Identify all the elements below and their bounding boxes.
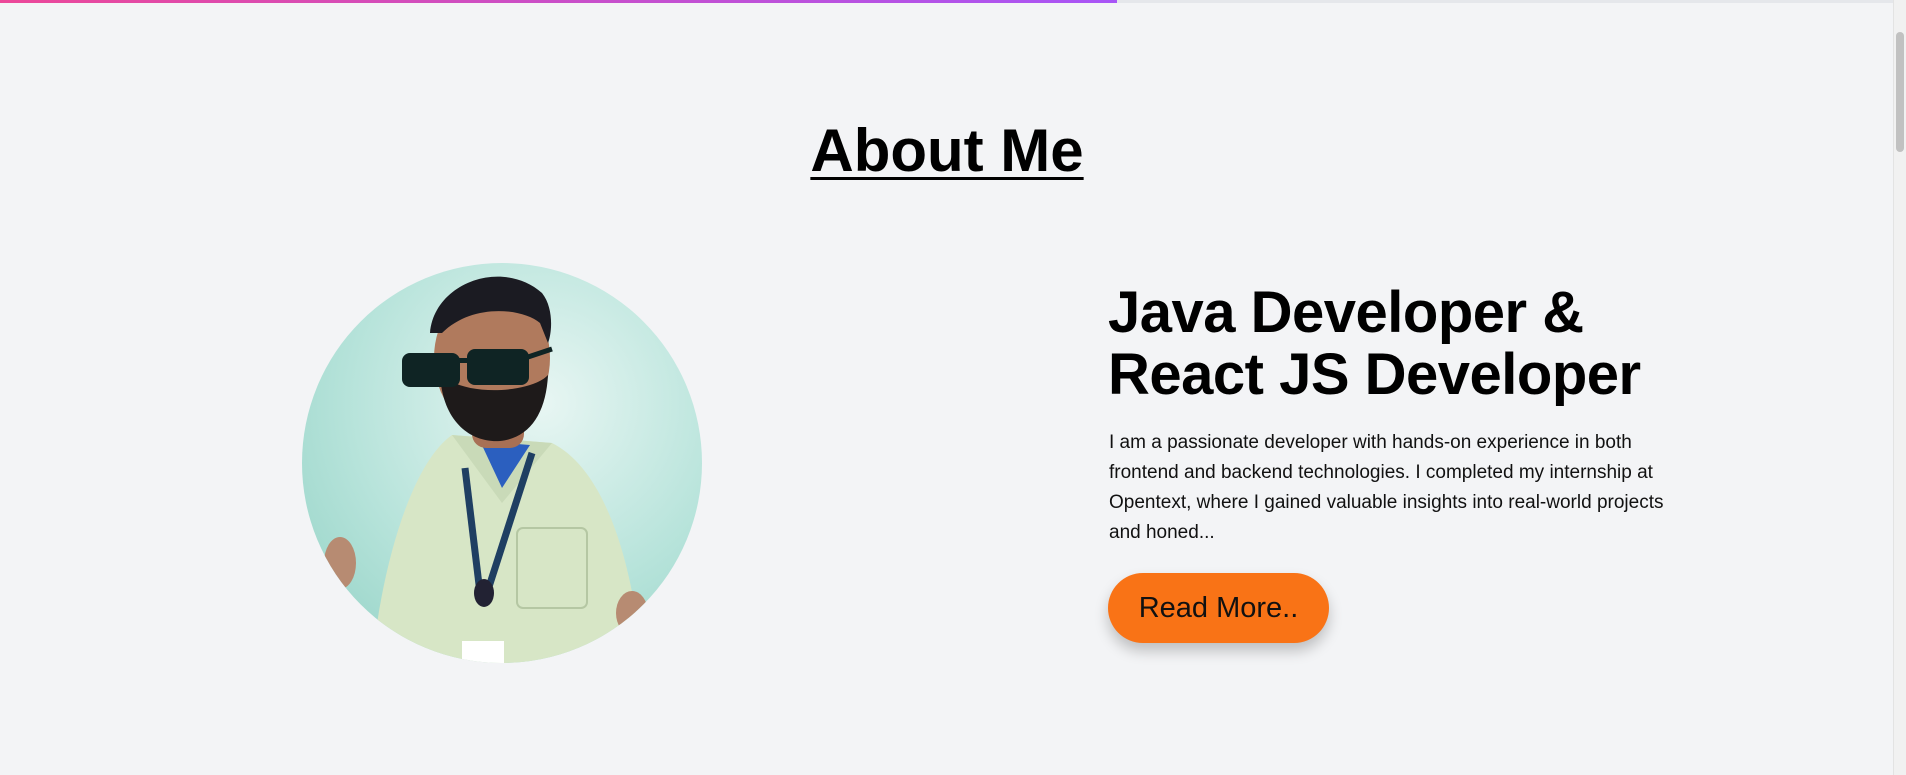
bio-text: I am a passionate developer with hands-o…	[1109, 432, 1664, 543]
scroll-progress-track	[0, 0, 1894, 3]
section-heading: About Me	[810, 117, 1084, 184]
vertical-scrollbar[interactable]	[1893, 0, 1906, 775]
scrollbar-thumb[interactable]	[1896, 32, 1904, 152]
profile-photo	[302, 263, 702, 663]
scroll-progress-fill	[0, 0, 1118, 3]
read-more-button[interactable]: Read More..	[1108, 573, 1329, 643]
role-title: Java Developer & React JS Developer	[1108, 280, 1641, 407]
